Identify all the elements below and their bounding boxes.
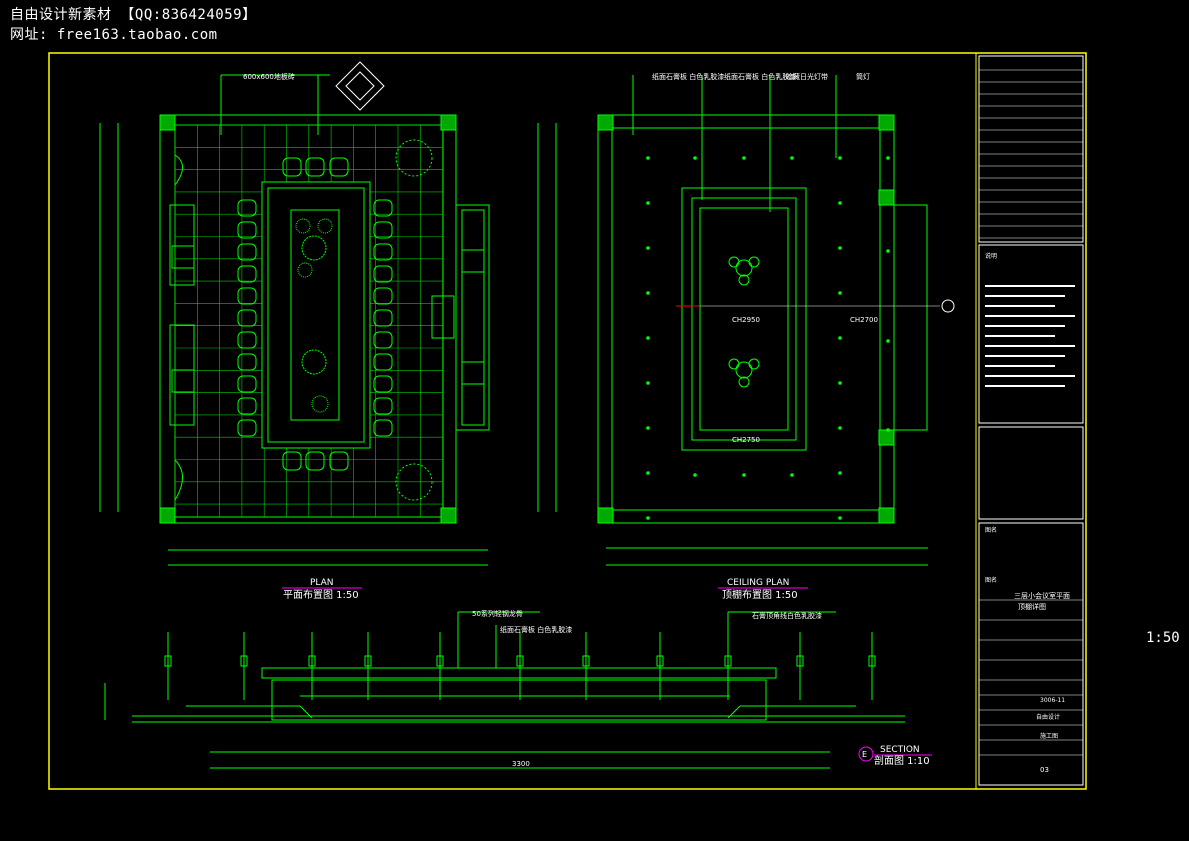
note-text-stroke [985,285,1075,287]
downlight [790,473,794,477]
note-text-stroke [985,345,1075,347]
downlight [886,249,890,253]
chair [237,265,257,283]
section-view [104,611,905,769]
downlight [886,156,890,160]
section-tag: E [862,750,867,759]
downlight [838,201,842,205]
chair [373,309,393,327]
note-text-stroke [985,305,1055,307]
title-block [978,55,1084,786]
downlight [646,201,650,205]
chair [373,199,393,217]
note-text-stroke [985,365,1055,367]
downlight [838,471,842,475]
chair [237,243,257,261]
downlight [646,336,650,340]
chair [373,265,393,283]
section-note-1: 50系列轻钢龙骨 [472,609,523,618]
downlight [646,156,650,160]
ceiling-note-1: 纸面石膏板 白色乳胶漆 [652,72,724,81]
downlight [646,516,650,520]
downlight [838,246,842,250]
chair [237,397,257,415]
note-text-stroke [985,385,1065,387]
downlight [838,426,842,430]
cad-drawing-canvas[interactable]: 600x600地板砖 PLAN 平面布置图 1:50 纸面石膏板 白色乳胶漆 纸… [0,0,1189,841]
chair [237,309,257,327]
plan-title-cn: 平面布置图 1:50 [283,589,359,601]
section-overall-dim: 3300 [512,760,530,768]
title-block-stage: 施工图 [1040,732,1058,740]
downlight [646,246,650,250]
plan-title-en: PLAN [310,578,334,588]
downlight [886,339,890,343]
title-block-designer: 自由设计 [1036,713,1060,721]
ceiling-title-cn: 顶棚布置图 1:50 [722,588,798,601]
chair [373,221,393,239]
chair [237,419,257,437]
downlight [646,426,650,430]
ceiling-note-3: 暗藏日光灯带 [786,72,828,81]
note-text-stroke [985,325,1065,327]
downlight [693,156,697,160]
chair [237,375,257,393]
chair [329,157,349,177]
chair [282,451,302,471]
plan-top-note: 600x600地板砖 [243,72,295,81]
downlight [838,381,842,385]
downlight [646,471,650,475]
chair [282,157,302,177]
chair [373,331,393,349]
sheet-frame [48,52,1087,790]
section-title-en: SECTION [880,745,920,755]
chair [237,199,257,217]
note-text-stroke [985,375,1075,377]
chair [373,419,393,437]
section-note-2: 纸面石膏板 白色乳胶漆 [500,625,572,634]
plan-view [99,61,490,566]
chair [329,451,349,471]
downlight [693,473,697,477]
chair [237,331,257,349]
note-text-stroke [985,335,1055,337]
downlight [838,336,842,340]
downlight [646,291,650,295]
downlight [790,156,794,160]
downlight [838,156,842,160]
downlight [646,381,650,385]
chair [237,287,257,305]
title-block-drawing-name-1: 三层小会议室平面 [1014,591,1070,600]
section-title-cn: 剖面图 1:10 [874,754,930,767]
downlight [838,291,842,295]
chair [373,397,393,415]
ceiling-note-4: 筒灯 [856,72,870,81]
note-text-stroke [985,315,1075,317]
downlight [838,516,842,520]
title-block-sheet: 03 [1040,766,1049,774]
title-block-drawing-label: 图名 [985,576,997,584]
chair [237,221,257,239]
chair [373,375,393,393]
chair [373,243,393,261]
ceiling-height-center: CH2950 [732,316,760,324]
downlight [742,156,746,160]
title-block-project-label: 图名 [985,526,997,534]
chair [373,353,393,371]
note-text-stroke [985,355,1065,357]
chair [373,287,393,305]
downlight [742,473,746,477]
title-block-drawing-name-2: 顶棚详图 [1018,602,1046,611]
note-text-stroke [985,295,1065,297]
ceiling-title-en: CEILING PLAN [727,578,789,588]
title-block-notes-header: 说明 [985,252,997,260]
ceiling-height-bottom: CH2750 [732,436,760,444]
section-note-3: 石膏顶角线白色乳胶漆 [752,611,822,620]
downlight [886,428,890,432]
chair [237,353,257,371]
ceiling-height-side: CH2700 [850,316,878,324]
title-block-drawing-no: 3006-11 [1040,697,1065,704]
